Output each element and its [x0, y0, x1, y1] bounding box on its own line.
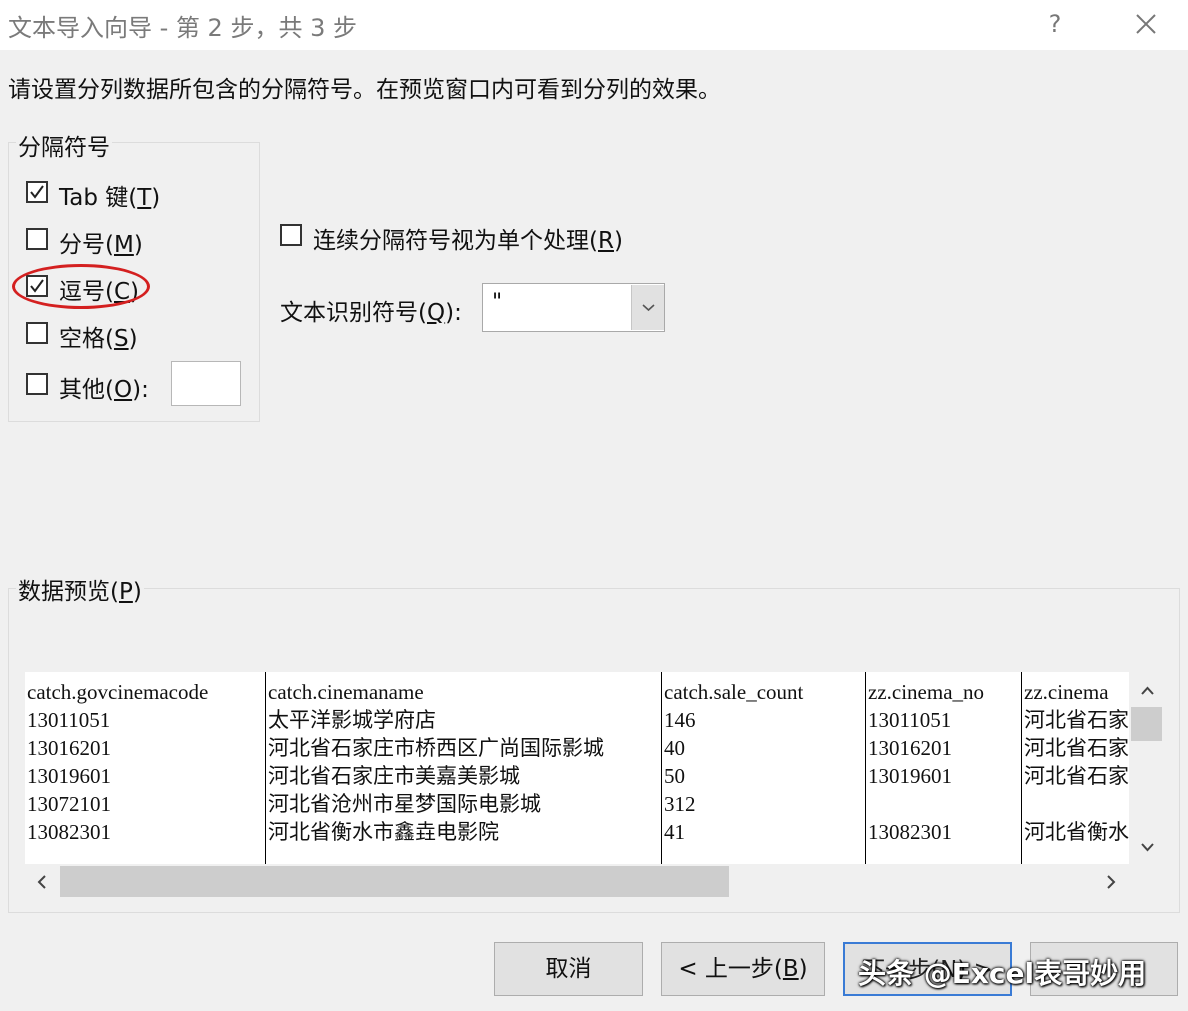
help-button[interactable]: ?: [1040, 6, 1070, 42]
close-button[interactable]: [1128, 6, 1164, 42]
preview-cell: 312: [664, 792, 696, 816]
consecutive-label-end: ): [613, 228, 623, 254]
space-checkbox-label[interactable]: 空格(S): [59, 319, 138, 353]
qualifier-accel-key: Q: [426, 300, 446, 326]
preview-cell: 河北省沧州市星梦国际电影城: [268, 792, 541, 816]
chevron-up-icon: [1141, 686, 1154, 695]
preview-cell: catch.sale_count: [664, 680, 804, 704]
qualifier-dropdown-button[interactable]: [631, 285, 664, 330]
check-icon: [30, 185, 44, 199]
tab-label-text: Tab 键(: [59, 185, 138, 211]
chevron-left-icon: [37, 875, 46, 889]
preview-cell: 河北省石家庄市美嘉美影城: [268, 764, 520, 788]
space-checkbox[interactable]: [26, 322, 48, 344]
preview-cell: 河北省石家庄市桥西区广尚国际影城: [268, 736, 604, 760]
consecutive-label-text: 连续分隔符号视为单个处理(: [313, 228, 598, 254]
preview-cell: 41: [664, 820, 685, 844]
preview-cell: 河北省石家: [1024, 764, 1129, 788]
other-accel-key: O: [113, 377, 133, 403]
red-annotation-circle: [12, 264, 150, 309]
preview-cell: 13082301: [27, 820, 111, 844]
space-accel-key: S: [113, 326, 129, 352]
consecutive-checkbox-label[interactable]: 连续分隔符号视为单个处理(R): [313, 221, 623, 255]
preview-cell: [868, 790, 1021, 818]
back-label-text: < 上一步(: [678, 956, 783, 982]
instruction-text: 请设置分列数据所包含的分隔符号。在预览窗口内可看到分列的效果。: [8, 77, 721, 103]
back-label-end: ): [798, 956, 808, 982]
watermark: 头条 @Excel表哥妙用: [858, 957, 1147, 990]
preview-cell: 50: [664, 764, 685, 788]
preview-cell: catch.cinemaname: [268, 680, 424, 704]
preview-cell: 13016201: [27, 736, 111, 760]
preview-cell: 13019601: [868, 764, 952, 788]
preview-cell: 河北省衡水市鑫垚电影院: [268, 820, 499, 844]
preview-cell: 146: [664, 708, 696, 732]
semicolon-accel-key: M: [113, 232, 134, 258]
tab-checkbox[interactable]: [26, 181, 48, 203]
data-preview-table[interactable]: catch.govcinemacode 13011051 13016201 13…: [25, 672, 1129, 864]
preview-group-label: 数据预览(P): [16, 572, 144, 606]
other-delimiter-input[interactable]: [171, 361, 241, 406]
scroll-right-button[interactable]: [1096, 866, 1126, 898]
space-label-text: 空格(: [59, 326, 114, 352]
scroll-up-button[interactable]: [1131, 678, 1164, 704]
preview-cell: 13011051: [868, 708, 952, 732]
preview-label-end: ): [132, 579, 142, 605]
cancel-button[interactable]: 取消: [494, 942, 643, 996]
chevron-down-icon: [1141, 843, 1154, 852]
preview-accel-key: P: [118, 579, 133, 605]
vertical-scroll-thumb[interactable]: [1131, 707, 1162, 741]
preview-column[interactable]: catch.cinemaname 太平洋影城学府店 河北省石家庄市桥西区广尚国际…: [266, 672, 662, 864]
preview-cell: 河北省衡水: [1024, 820, 1129, 844]
preview-column[interactable]: catch.sale_count 146 40 50 312 41: [662, 672, 866, 864]
preview-cell: catch.govcinemacode: [27, 680, 209, 704]
close-icon: [1136, 14, 1156, 34]
tab-accel-key: T: [137, 185, 152, 211]
semicolon-label-text: 分号(: [59, 232, 114, 258]
back-accel-key: B: [782, 956, 799, 982]
other-checkbox[interactable]: [26, 373, 48, 395]
preview-cell: zz.cinema: [1024, 680, 1109, 704]
preview-column[interactable]: zz.cinema_no 13011051 13016201 13019601 …: [866, 672, 1022, 864]
qualifier-label-end: ):: [445, 300, 462, 326]
chevron-right-icon: [1107, 875, 1116, 889]
qualifier-label: 文本识别符号(Q):: [280, 293, 462, 327]
preview-cell: 40: [664, 736, 685, 760]
preview-label-text: 数据预览(: [18, 579, 119, 605]
preview-cell: 13019601: [27, 764, 111, 788]
preview-cell: 13072101: [27, 792, 111, 816]
preview-cell: 河北省石家: [1024, 736, 1129, 760]
preview-cell: [1024, 790, 1129, 818]
scroll-down-button[interactable]: [1131, 834, 1164, 860]
consecutive-accel-key: R: [597, 228, 614, 254]
preview-cell: zz.cinema_no: [868, 680, 985, 704]
scroll-left-button[interactable]: [27, 866, 57, 898]
preview-column[interactable]: zz.cinema 河北省石家 河北省石家 河北省石家 河北省衡水: [1022, 672, 1129, 864]
delimiters-group-label: 分隔符号: [16, 128, 112, 162]
preview-cell: 河北省石家: [1024, 708, 1129, 732]
semicolon-checkbox-label[interactable]: 分号(M): [59, 225, 143, 259]
semicolon-checkbox[interactable]: [26, 228, 48, 250]
back-button[interactable]: < 上一步(B): [661, 942, 825, 996]
preview-cell: 13016201: [868, 736, 952, 760]
preview-cell: 太平洋影城学府店: [268, 708, 436, 732]
qualifier-label-text: 文本识别符号(: [280, 300, 427, 326]
horizontal-scroll-thumb[interactable]: [60, 866, 729, 897]
window-title: 文本导入向导 - 第 2 步，共 3 步: [8, 14, 357, 42]
qualifier-select-value: ": [492, 290, 503, 315]
chevron-down-icon: [642, 304, 655, 312]
tab-label-end: ): [151, 185, 161, 211]
other-label-end: ):: [132, 377, 149, 403]
consecutive-checkbox[interactable]: [280, 224, 302, 246]
preview-column[interactable]: catch.govcinemacode 13011051 13016201 13…: [25, 672, 266, 864]
preview-cell: 13011051: [27, 708, 111, 732]
other-label-text: 其他(: [59, 377, 114, 403]
preview-cell: 13082301: [868, 820, 952, 844]
semicolon-label-end: ): [133, 232, 143, 258]
space-label-end: ): [128, 326, 138, 352]
other-checkbox-label[interactable]: 其他(O):: [59, 370, 149, 404]
tab-checkbox-label[interactable]: Tab 键(T): [59, 178, 160, 212]
